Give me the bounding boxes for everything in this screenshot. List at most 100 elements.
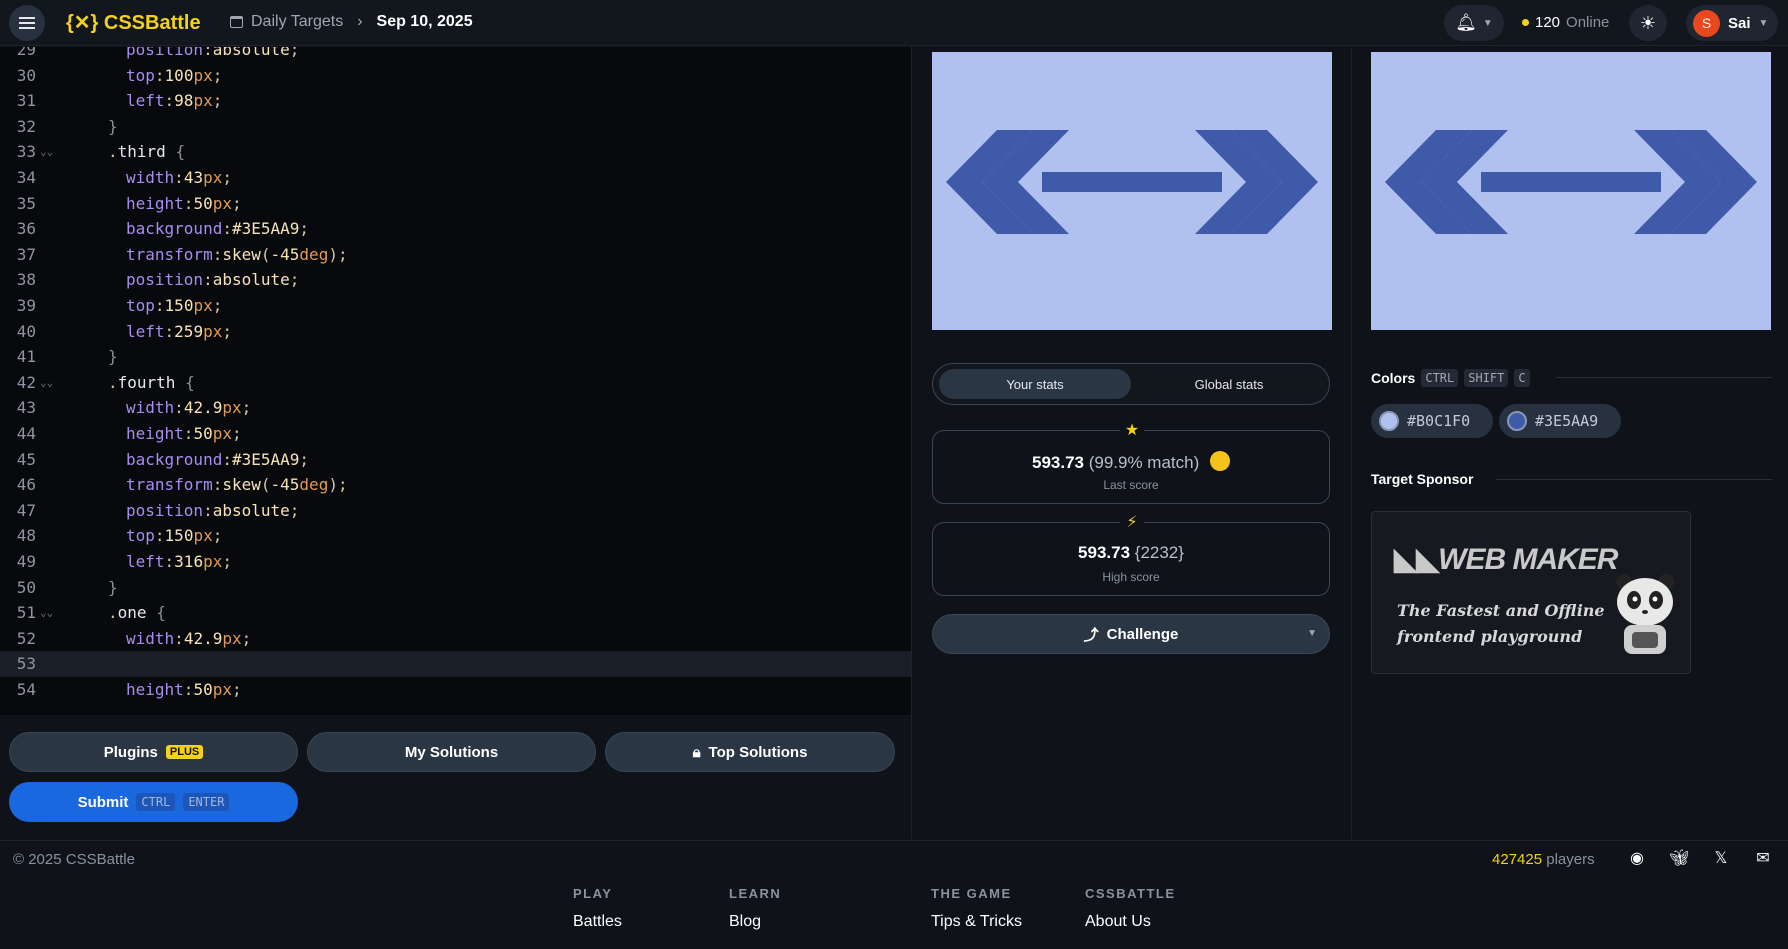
last-score-card: ★ 593.73 (99.9% match) Last score: [932, 419, 1330, 504]
code-line[interactable]: 29 position:absolute;: [0, 47, 911, 63]
sponsor-title: Target Sponsor: [1371, 471, 1474, 487]
code-line[interactable]: 43 width:42.9px;: [0, 395, 911, 421]
discord-icon[interactable]: ◉: [1627, 849, 1647, 869]
breadcrumb-parent[interactable]: Daily Targets: [251, 13, 343, 31]
footer-link-blog[interactable]: Blog: [729, 913, 781, 931]
code-line[interactable]: 50}: [0, 575, 911, 601]
color-dot: [1507, 411, 1527, 431]
online-count: 120: [1535, 14, 1561, 31]
tab-your-stats[interactable]: Your stats: [939, 369, 1131, 399]
code-editor[interactable]: 29 position:absolute; 30 top:100px; 31 left:9…: [0, 47, 911, 715]
footer: © 2025 CSSBattle 427425 players ◉ 🦋︎ 𝕏 ✉…: [0, 840, 1788, 949]
code-line[interactable]: 46 transform:skew(-45deg);: [0, 472, 911, 498]
bell-icon: 🔔︎: [1455, 13, 1477, 32]
line-number: 35: [16, 193, 36, 213]
online-label: Online: [1566, 14, 1610, 31]
code-line[interactable]: 51 ⌄⌄ .one {: [0, 600, 911, 626]
code-line[interactable]: 32}: [0, 114, 911, 140]
code-text: .one {: [108, 603, 166, 623]
bluesky-icon[interactable]: 🦋︎: [1669, 849, 1689, 869]
code-text: top:100px;: [126, 65, 223, 85]
code-text: top:150px;: [126, 526, 223, 546]
line-number: 49: [16, 552, 36, 571]
code-line[interactable]: 35 height:50px;: [0, 191, 911, 217]
challenge-button[interactable]: ⤴ Challenge ▼: [932, 614, 1330, 654]
theme-toggle-button[interactable]: ☀: [1629, 5, 1667, 41]
tab-global-stats[interactable]: Global stats: [1133, 369, 1325, 399]
footer-link-battles[interactable]: Battles: [573, 913, 622, 931]
players-label: players: [1546, 851, 1595, 868]
code-line[interactable]: 52 width:42.9px;: [0, 626, 911, 652]
line-number: 53: [16, 654, 36, 674]
code-line[interactable]: 53: [0, 651, 911, 677]
high-score-value: 593.73: [1078, 543, 1131, 562]
line-number: 38: [16, 270, 36, 290]
code-line[interactable]: 39 top:150px;: [0, 293, 911, 319]
copyright: © 2025 CSSBattle: [13, 851, 135, 868]
emoji-icon: [1210, 451, 1230, 471]
code-line[interactable]: 48 top:150px;: [0, 523, 911, 549]
code-line[interactable]: 40 left:259px;: [0, 319, 911, 345]
chevron-down-icon[interactable]: ▼: [1307, 628, 1317, 639]
target-preview[interactable]: [1371, 52, 1771, 330]
code-line[interactable]: 47 position:absolute;: [0, 498, 911, 524]
top-solutions-button[interactable]: 🔒︎ Top Solutions: [605, 732, 895, 772]
user-name: Sai: [1728, 14, 1751, 32]
high-score-label: High score: [1102, 570, 1160, 584]
submit-label: Submit: [77, 793, 129, 811]
code-line[interactable]: 31 left:98px;: [0, 88, 911, 114]
line-number: 51: [16, 603, 36, 623]
color-label: #B0C1F0: [1407, 412, 1471, 430]
plugins-button[interactable]: Plugins PLUS: [9, 732, 298, 772]
logo[interactable]: {✕} CSSBattle: [66, 10, 201, 35]
code-text: height:50px;: [126, 424, 242, 443]
code-line[interactable]: 42 ⌄⌄ .fourth {: [0, 370, 911, 396]
line-number: 45: [16, 449, 36, 469]
code-line[interactable]: 38 position:absolute;: [0, 267, 911, 293]
kbd-c: C: [1514, 369, 1530, 387]
email-icon[interactable]: ✉: [1753, 849, 1773, 869]
last-score-line: 593.73 (99.9% match): [933, 451, 1329, 473]
color-swatch-dark[interactable]: #3E5AA9: [1499, 404, 1621, 438]
divider: [1351, 47, 1352, 839]
user-menu-button[interactable]: S Sai ▼: [1686, 5, 1778, 41]
avatar: S: [1693, 9, 1720, 37]
code-line[interactable]: 33 ⌄⌄ .third {: [0, 139, 911, 165]
footer-link-tips[interactable]: Tips & Tricks: [931, 913, 1022, 931]
color-swatch-light[interactable]: #B0C1F0: [1371, 404, 1493, 438]
kbd-shift: SHIFT: [1464, 369, 1509, 387]
footer-link-about[interactable]: About Us: [1085, 913, 1176, 931]
code-line[interactable]: 49 left:316px;: [0, 549, 911, 575]
arrow-bar: [1042, 172, 1222, 192]
line-number: 46: [16, 475, 36, 495]
chevron-right-icon: ›: [357, 13, 363, 30]
code-text: position:absolute;: [126, 270, 300, 290]
color-label: #3E5AA9: [1535, 412, 1599, 430]
fold-icon[interactable]: ⌄⌄: [40, 139, 53, 165]
code-line[interactable]: 44 height:50px;: [0, 421, 911, 447]
fold-icon[interactable]: ⌄⌄: [40, 600, 53, 626]
menu-button[interactable]: [9, 5, 45, 41]
sponsor-ad[interactable]: ◣◣WEB MAKER The Fastest and Offline fron…: [1371, 511, 1691, 674]
notifications-button[interactable]: 🔔︎ ▼: [1444, 5, 1504, 41]
code-line[interactable]: 45 background:#3E5AA9;: [0, 447, 911, 473]
submit-button[interactable]: Submit CTRL ENTER: [9, 782, 298, 822]
line-number: 37: [16, 244, 36, 264]
x-icon[interactable]: 𝕏: [1711, 849, 1731, 869]
panda-icon: [1616, 574, 1674, 654]
breadcrumb: Daily Targets › Sep 10, 2025: [230, 13, 473, 31]
code-line[interactable]: 36 background:#3E5AA9;: [0, 216, 911, 242]
colors-title: Colors: [1371, 370, 1416, 386]
code-line[interactable]: 41}: [0, 344, 911, 370]
fold-icon[interactable]: ⌄⌄: [40, 370, 53, 396]
chevron-down-icon: ▼: [1482, 17, 1493, 29]
sponsor-tagline-1: The Fastest and Offline: [1397, 601, 1605, 620]
output-preview[interactable]: [932, 52, 1332, 330]
code-line[interactable]: 37 transform:skew(-45deg);: [0, 242, 911, 268]
code-line[interactable]: 54 height:50px;: [0, 677, 911, 703]
code-line[interactable]: 34 width:43px;: [0, 165, 911, 191]
footer-col-learn: LEARN Blog: [729, 886, 781, 931]
my-solutions-button[interactable]: My Solutions: [307, 732, 596, 772]
code-line[interactable]: 30 top:100px;: [0, 63, 911, 89]
divider: [1496, 479, 1772, 480]
